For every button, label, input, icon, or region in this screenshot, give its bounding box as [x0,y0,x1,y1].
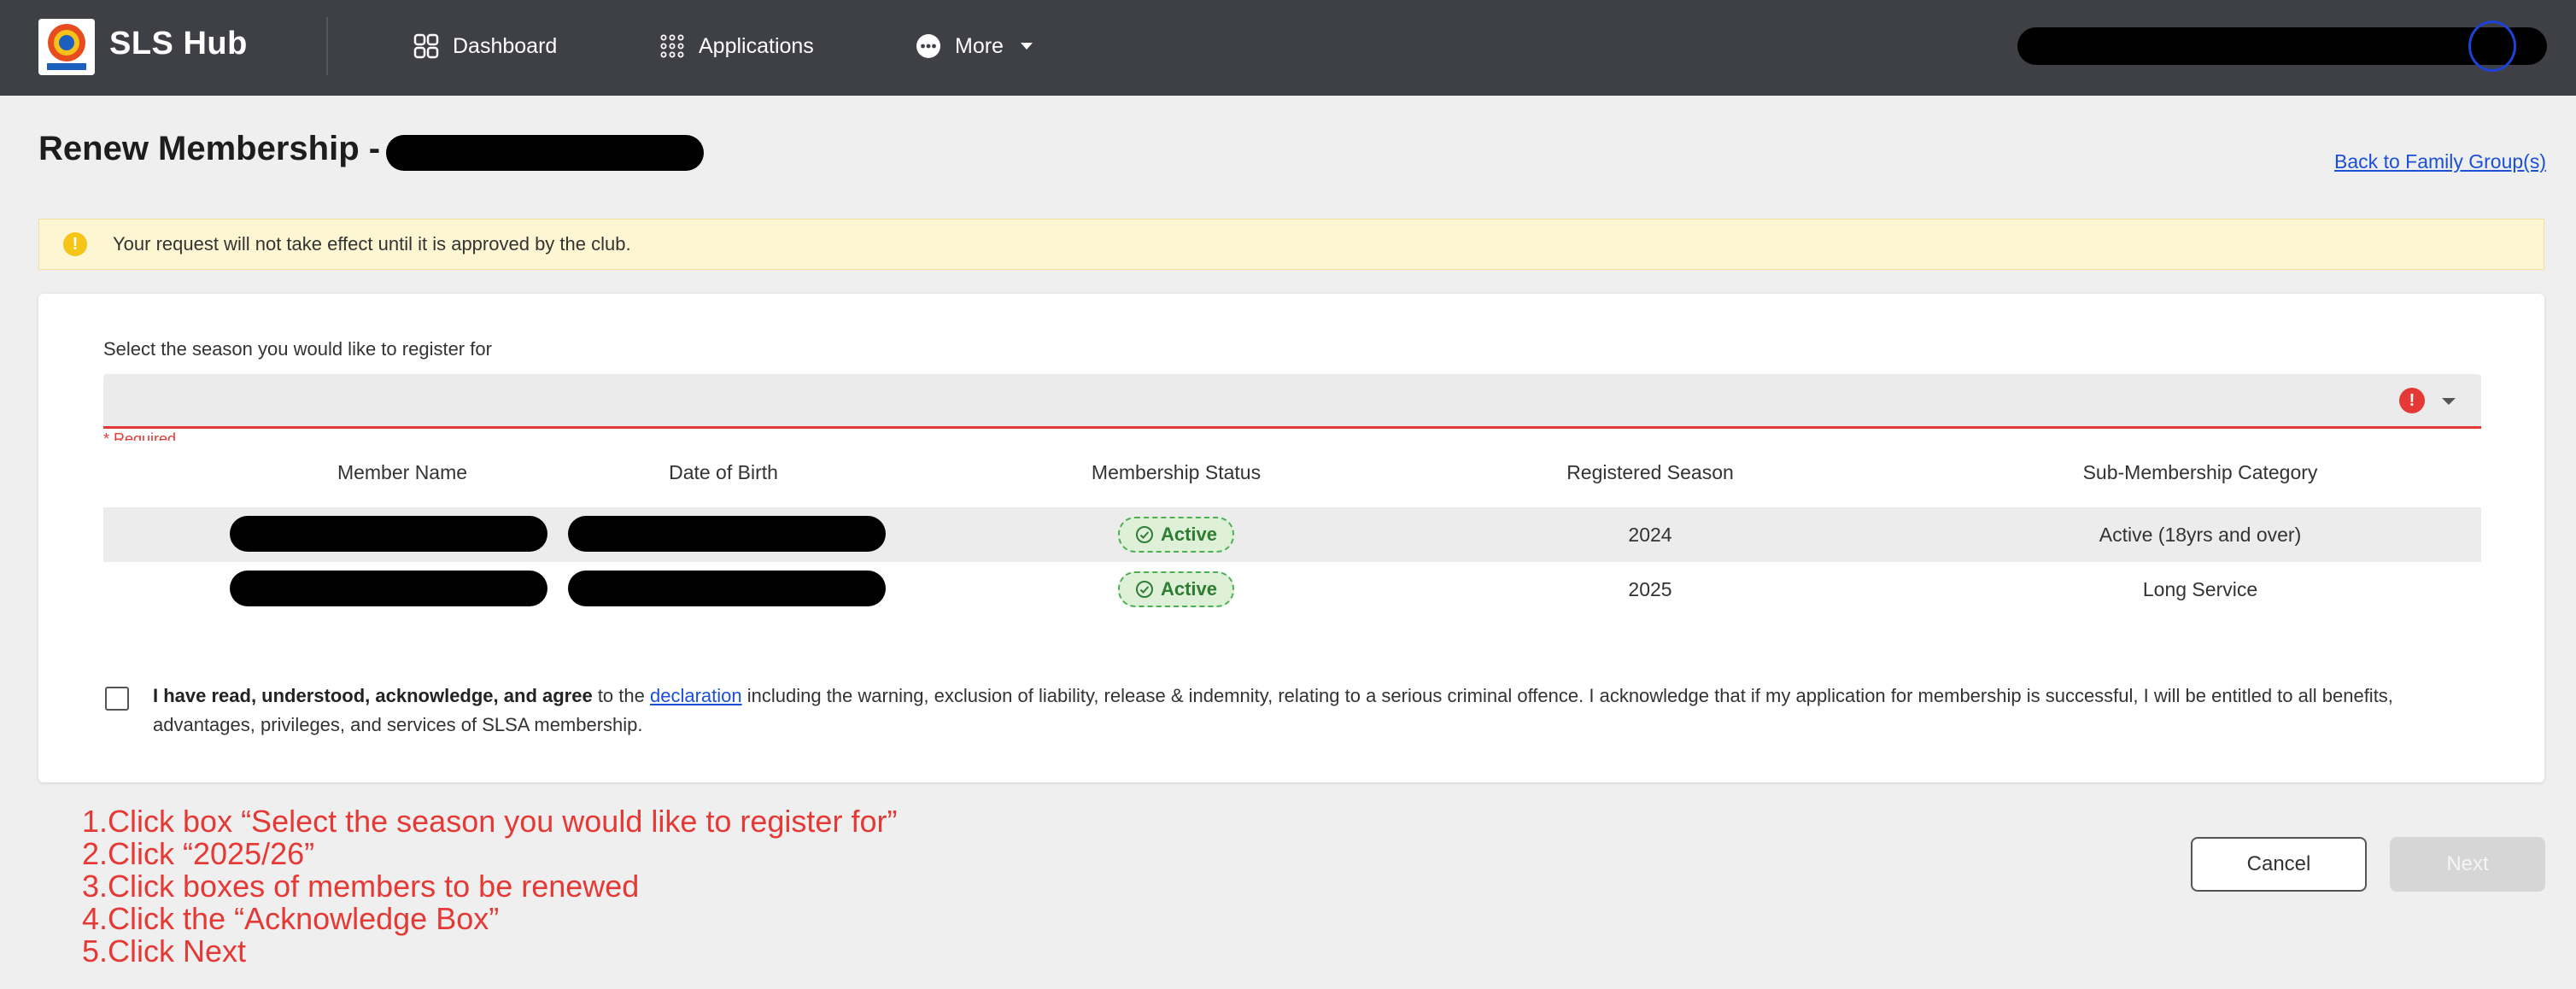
nav-dashboard[interactable]: Dashboard [413,26,557,67]
season-select[interactable]: ! [103,374,2481,429]
instruction-item: 5.Click Next [82,933,247,969]
member-name-redacted [230,516,547,552]
next-button[interactable]: Next [2390,837,2545,892]
cancel-button[interactable]: Cancel [2191,837,2367,892]
header-member-name: Member Name [337,461,468,483]
approval-notice-text: Your request will not take effect until … [113,233,631,255]
status-cell: Active [1117,562,1235,617]
check-circle-icon [1135,581,1153,598]
instructions-list: 1.Click box “Select the season you would… [82,805,897,968]
nav-more-menu[interactable]: More [916,26,1039,67]
status-badge: Active [1117,517,1235,553]
nav-applications[interactable]: Applications [659,26,814,67]
header-membership-status: Membership Status [1091,461,1262,483]
acknowledge-checkbox[interactable] [105,687,129,711]
status-badge: Active [1117,571,1235,607]
user-avatar[interactable] [2468,20,2516,72]
brand-name: SLS Hub [109,26,248,61]
caret-down-icon [1020,43,1033,50]
instruction-item: 2.Click “2025/26” [82,836,315,871]
top-nav-bar: SLS Hub Dashboard Applications More [0,0,2576,96]
date-of-birth-redacted [568,516,886,552]
nav-more-label: More [955,33,1004,58]
nav-divider [326,17,328,75]
dropdown-caret-icon [2442,398,2456,405]
apps-grid-icon [660,34,684,58]
user-account-redacted[interactable] [2017,27,2547,65]
declaration-link[interactable]: declaration [650,685,742,706]
header-registered-season: Registered Season [1566,461,1734,483]
table-row[interactable]: Active 2025 Long Service [103,562,2481,617]
table-row[interactable]: Active 2024 Active (18yrs and over) [103,507,2481,562]
status-badge-label: Active [1160,524,1218,545]
registered-season-cell: 2024 [1628,523,1672,546]
season-required-message: * Required [103,432,177,441]
header-sub-membership-category: Sub-Membership Category [2082,461,2318,483]
instruction-item: 3.Click boxes of members to be renewed [82,869,640,904]
nav-applications-label: Applications [699,33,814,58]
status-cell: Active [1117,507,1235,562]
dashboard-icon [413,33,439,59]
header-date-of-birth: Date of Birth [669,461,778,483]
sub-membership-category-cell: Active (18yrs and over) [2099,523,2302,546]
more-dots-icon [916,34,940,58]
status-badge-label: Active [1160,578,1218,600]
member-name-redacted [386,135,704,171]
date-of-birth-redacted [568,571,886,606]
member-name-redacted [230,571,547,606]
declaration-text: I have read, understood, acknowledge, an… [153,682,2493,740]
season-select-label: Select the season you would like to regi… [103,338,492,360]
members-table-header: Member Name Date of Birth Membership Sta… [103,461,2481,502]
nav-dashboard-label: Dashboard [453,33,558,58]
page-title: Renew Membership - [38,130,381,167]
registered-season-cell: 2025 [1628,577,1672,600]
back-to-family-groups-link[interactable]: Back to Family Group(s) [2334,150,2546,173]
declaration-pre-link: to the [592,685,650,706]
sub-membership-category-cell: Long Service [2142,577,2258,600]
renewal-form-card: Select the season you would like to regi… [38,294,2544,782]
instruction-item: 4.Click the “Acknowledge Box” [82,901,500,936]
warning-icon: ! [63,232,87,256]
error-icon: ! [2399,388,2425,413]
slsa-logo[interactable] [38,19,95,75]
approval-notice: ! Your request will not take effect unti… [38,219,2544,270]
check-circle-icon [1135,526,1153,543]
declaration-bold-text: I have read, understood, acknowledge, an… [153,685,593,706]
instruction-item: 1.Click box “Select the season you would… [82,804,898,839]
